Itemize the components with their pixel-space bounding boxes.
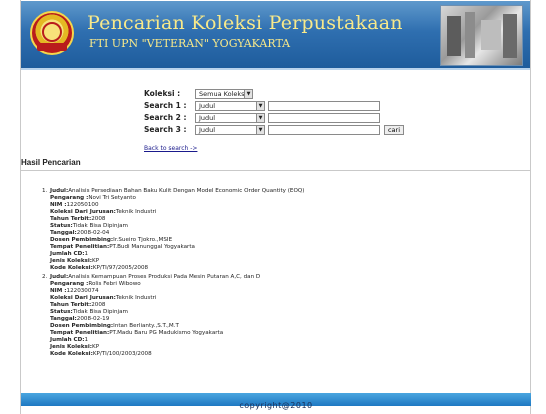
result-title: Analisis Persediaan Bahan Baku Kulit Den…	[68, 188, 305, 194]
search2-field-value: Judul	[199, 113, 216, 122]
koleksi-selected-value: Semua Koleksi	[199, 89, 247, 98]
chevron-down-icon[interactable]: ▼	[256, 113, 264, 122]
university-logo-icon	[30, 11, 74, 55]
chevron-down-icon[interactable]: ▼	[244, 89, 252, 98]
header-books-image	[440, 5, 523, 66]
result-title: Analisis Kemampuan Proses Produksi Pada …	[68, 274, 261, 280]
chevron-down-icon[interactable]: ▼	[256, 101, 264, 110]
search3-field-value: Judul	[199, 125, 216, 134]
back-to-search-link[interactable]: Back to search ->	[144, 145, 197, 152]
search1-field-select[interactable]: Judul ▼	[195, 100, 265, 111]
search3-field-select[interactable]: Judul ▼	[195, 124, 265, 135]
search2-input[interactable]	[268, 112, 380, 123]
results-heading: Hasil Pencarian	[21, 158, 81, 167]
search1-input[interactable]	[268, 100, 380, 111]
koleksi-label: Koleksi :	[144, 89, 181, 98]
search1-field-value: Judul	[199, 101, 216, 110]
search2-label: Search 2 :	[144, 113, 187, 122]
search2-field-select[interactable]: Judul ▼	[195, 112, 265, 123]
result-item-2: 2. Judul:Analisis Kemampuan Proses Produ…	[42, 274, 261, 357]
site-header: Pencarian Koleksi Perpustakaan FTI UPN "…	[21, 1, 530, 70]
koleksi-row: Koleksi : Semua Koleksi ▼	[144, 88, 253, 99]
result-item-1: 1. Judul:Analisis Persediaan Bahan Baku …	[42, 188, 305, 271]
site-footer: copyright@2010	[21, 393, 531, 410]
search3-row: Search 3 : Judul ▼ cari	[144, 124, 404, 135]
search1-row: Search 1 : Judul ▼	[144, 100, 380, 111]
search-submit-button[interactable]: cari	[384, 124, 404, 135]
search3-label: Search 3 :	[144, 125, 187, 134]
site-subtitle: FTI UPN "VETERAN" YOGYAKARTA	[89, 37, 291, 50]
copyright-text: copyright@2010	[239, 401, 313, 410]
koleksi-select[interactable]: Semua Koleksi ▼	[195, 88, 253, 99]
search2-row: Search 2 : Judul ▼	[144, 112, 380, 123]
search3-input[interactable]	[268, 124, 380, 135]
search1-label: Search 1 :	[144, 101, 187, 110]
site-title: Pencarian Koleksi Perpustakaan	[87, 12, 403, 34]
chevron-down-icon[interactable]: ▼	[256, 125, 264, 134]
